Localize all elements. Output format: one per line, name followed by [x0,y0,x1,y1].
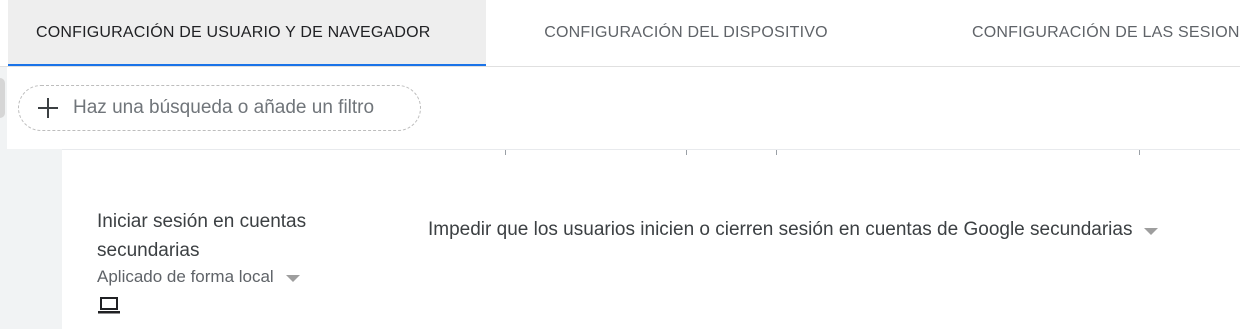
tab-bar: CONFIGURACIÓN DE USUARIO Y DE NAVEGADOR … [0,0,1240,67]
setting-row: Iniciar sesión en cuentas secundarias Ap… [62,149,1240,329]
search-filter-input[interactable]: Haz una búsqueda o añade un filtro [18,85,421,131]
setting-value-label: Impedir que los usuarios inicien o cierr… [428,219,1133,240]
search-placeholder: Haz una búsqueda o añade un filtro [73,97,375,118]
plus-icon [37,97,59,119]
tab-user-browser-settings[interactable]: CONFIGURACIÓN DE USUARIO Y DE NAVEGADOR [8,0,486,66]
active-tab-indicator [8,64,486,66]
chevron-down-icon [1144,227,1159,235]
setting-source-dropdown[interactable]: Aplicado de forma local [97,267,300,287]
chevron-down-icon [285,274,300,282]
setting-source-label: Aplicado de forma local [97,267,274,286]
divider-tick [1139,150,1140,155]
side-panel-handle[interactable] [0,78,5,118]
divider-tick [505,150,506,155]
divider-tick [686,150,687,155]
tab-session-settings[interactable]: CONFIGURACIÓN DE LAS SESIONES [886,0,1240,66]
tab-device-settings[interactable]: CONFIGURACIÓN DEL DISPOSITIVO [486,0,886,66]
divider-tick [776,150,777,155]
setting-name: Iniciar sesión en cuentas secundarias [97,211,307,261]
filter-bar: Haz una búsqueda o añade un filtro [0,67,1240,149]
setting-value-dropdown[interactable]: Impedir que los usuarios inicien o cierr… [428,219,1159,241]
laptop-icon [98,297,120,314]
